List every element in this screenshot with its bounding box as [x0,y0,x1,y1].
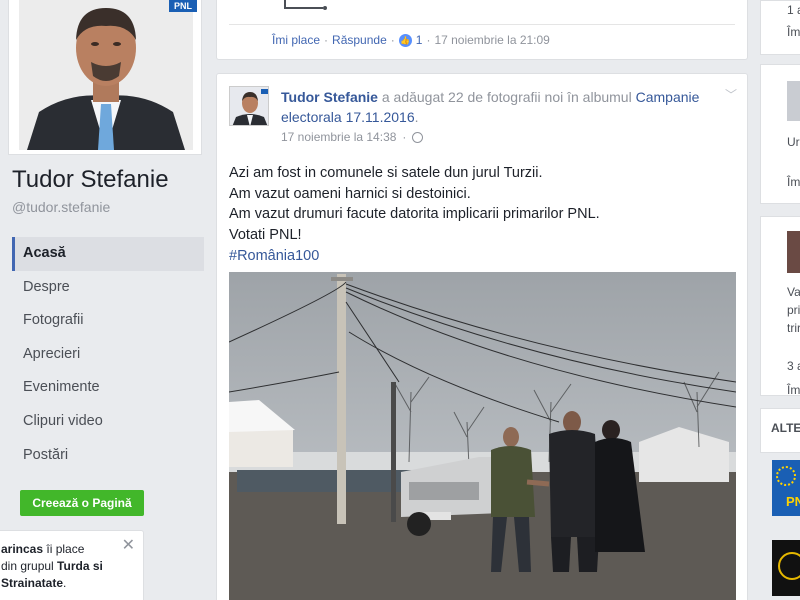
nav-item-posts[interactable]: Postări [12,439,204,473]
right-card-like[interactable]: Îm [787,383,800,397]
avatar-image [230,87,268,125]
left-sidebar: PNL Tudor Stefanie @tudor.stefanie Acasă… [0,0,212,600]
page-logo-2[interactable] [772,540,800,596]
notification-group[interactable]: Turda si [57,559,103,573]
right-card-3: Va pri trir 3 a Îm [760,216,800,397]
pnl-badge: PNL [169,0,197,12]
post-line: Votati PNL! [229,227,302,244]
notification-popup: ✕ arincas îi place din grupul Turda si S… [0,530,144,600]
post-line: Am vazut drumuri facute datorita implica… [229,206,600,223]
post-card: Tudor Stefanie a adăugat 22 de fotografi… [216,73,748,600]
chevron-down-icon[interactable]: ﹀ [725,86,737,103]
notification-text: îi place [43,542,85,556]
post-line: Azi am fost in comunele si satele dun ju… [229,165,543,181]
post-timestamp[interactable]: 17 noiembrie la 14:38 [281,130,396,144]
like-link[interactable]: Îmi place [272,33,320,47]
right-card-text: 3 a [787,359,800,373]
previous-post-card: Îmi place · Răspunde · 👍 1 · 17 noiembri… [216,0,748,60]
profile-photo-image [19,0,193,150]
nav-item-videos[interactable]: Clipuri video [12,405,204,439]
page-username[interactable]: @tudor.stefanie [12,199,110,215]
post-meta: 17 noiembrie la 14:38 · [281,130,424,144]
notification-group-cont[interactable]: Strainatate [1,576,63,590]
right-card-image[interactable] [787,231,800,273]
post-action-text: a adăugat 22 de fotografii noi în albumu… [377,89,636,105]
right-card-text: Ur [787,135,800,149]
post-photo[interactable] [229,272,736,600]
close-icon[interactable]: ✕ [122,537,135,554]
nav-item-photos[interactable]: Fotografii [12,304,204,338]
nav-item-events[interactable]: Evenimente [12,371,204,405]
right-card-text: trir [787,321,800,335]
notification-user[interactable]: arincas [1,542,43,556]
other-pages-title: ALTE [760,408,800,453]
notification-line-2: din grupul Turda si [1,558,135,575]
right-card-2: Ur Îm [760,64,800,204]
post-line: Am vazut oameni harnici si destoinici. [229,185,471,202]
page-title[interactable]: Tudor Stefanie [12,166,169,194]
nav-item-likes[interactable]: Aprecieri [12,338,204,372]
right-card-text: Va [787,285,800,299]
right-card-like[interactable]: Îm [787,175,800,189]
campaign-photo-image [229,272,736,600]
nav-item-about[interactable]: Despre [12,271,204,305]
hashtag-link[interactable]: #România100 [229,246,729,267]
separator-dot: · [402,130,407,144]
comment-timestamp[interactable]: 17 noiembrie la 21:09 [434,33,549,47]
previous-attachment-icon [284,0,327,10]
notification-line-1: arincas îi place [1,541,135,558]
thumbs-up-icon: 👍 [398,33,412,47]
post-body: Azi am fost in comunele si satele dun ju… [229,163,729,267]
notification-text: din grupul [1,559,58,573]
circle-logo-icon [778,552,800,580]
album-suffix: . [414,109,419,125]
profile-photo-frame: PNL [8,0,202,155]
reply-link[interactable]: Răspunde [332,33,387,47]
stars-icon [776,466,796,486]
nav-item-home[interactable]: Acasă [12,237,204,271]
divider [229,24,735,25]
right-card-text: 1 a [787,3,800,17]
pnl-logo-text: PN [786,494,800,509]
comment-actions: Îmi place · Răspunde · 👍 1 · 17 noiembri… [272,33,550,47]
globe-icon[interactable] [412,131,424,143]
notification-text: . [63,576,67,590]
page-nav: Acasă Despre Fotografii Aprecieri Evenim… [12,237,204,472]
reaction-count[interactable]: 1 [416,33,423,47]
pnl-logo[interactable]: PN [772,460,800,516]
right-card-image[interactable] [787,81,800,121]
post-header: Tudor Stefanie a adăugat 22 de fotografi… [281,87,711,127]
separator-dot: · [324,33,329,47]
right-card-1: 1 a Îm [760,0,800,55]
notification-line-3: Strainatate. [1,575,135,592]
separator-dot: · [390,33,395,47]
separator-dot: · [426,33,431,47]
right-card-text: pri [787,303,800,317]
profile-photo[interactable] [19,0,193,150]
create-page-button[interactable]: Creează o Pagină [20,490,144,516]
right-card-like[interactable]: Îm [787,25,800,39]
author-avatar[interactable] [229,86,269,126]
post-author[interactable]: Tudor Stefanie [281,89,378,105]
